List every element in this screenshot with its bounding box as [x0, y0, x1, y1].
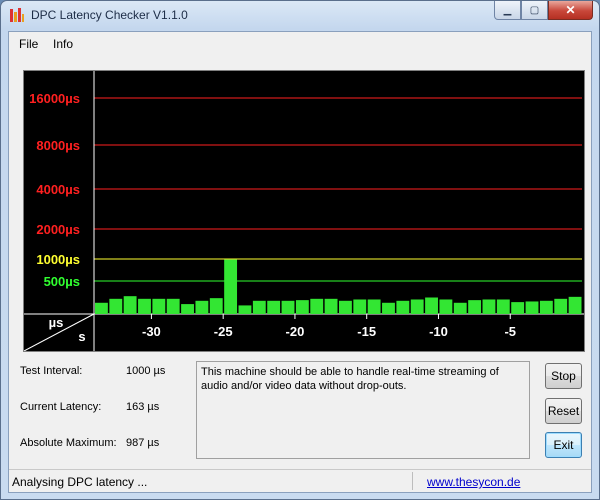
- latency-bar: [138, 298, 151, 314]
- minimize-icon: ▁: [503, 4, 512, 16]
- latency-bar: [152, 298, 166, 314]
- latency-bar: [554, 298, 568, 314]
- latency-bar: [410, 299, 424, 314]
- latency-bar: [367, 299, 381, 314]
- latency-bar: [324, 298, 338, 314]
- latency-bar: [425, 297, 438, 314]
- x-tick-label: -25: [214, 324, 233, 339]
- latency-bar: [281, 300, 295, 314]
- y-axis-label: 500µs: [44, 274, 80, 289]
- latency-bar: [353, 299, 367, 314]
- latency-chart-svg: 16000µs 8000µs 4000µs 2000µs 1000µs 500µs µss -…: [24, 71, 584, 351]
- status-message: This machine should be able to handle re…: [196, 361, 530, 459]
- latency-bar: [339, 300, 352, 314]
- current-latency-value: 163 µs: [126, 401, 160, 413]
- reset-button[interactable]: Reset: [545, 398, 582, 424]
- test-interval-label: Test Interval:: [20, 365, 83, 377]
- latency-bar: [123, 296, 137, 314]
- latency-bar: [166, 298, 180, 314]
- menu-file[interactable]: File: [19, 37, 38, 51]
- x-tick-label: -5: [504, 324, 516, 339]
- status-text: Analysing DPC latency ...: [12, 475, 148, 489]
- y-axis-label: 1000µs: [36, 252, 80, 267]
- maximize-button[interactable]: ▢: [521, 1, 548, 20]
- latency-bar: [224, 259, 238, 314]
- latency-bar: [295, 300, 309, 314]
- absolute-maximum-value: 987 µs: [126, 437, 160, 449]
- title-bar[interactable]: DPC Latency Checker V1.1.0 ▁ ▢ ✕: [1, 1, 599, 31]
- maximize-icon: ▢: [529, 4, 540, 16]
- latency-bar: [453, 302, 467, 314]
- latency-bar: [525, 301, 539, 314]
- stop-button[interactable]: Stop: [545, 363, 582, 389]
- close-button[interactable]: ✕: [548, 1, 593, 20]
- latency-bar: [252, 300, 266, 314]
- caption-buttons: ▁ ▢ ✕: [494, 1, 593, 21]
- latency-bar: [568, 296, 582, 314]
- y-axis-label: 2000µs: [36, 222, 80, 237]
- x-tick-label: -10: [429, 324, 448, 339]
- exit-button[interactable]: Exit: [545, 432, 582, 458]
- latency-chart: 16000µs 8000µs 4000µs 2000µs 1000µs 500µs µs s -…: [23, 70, 585, 352]
- status-bar: Analysing DPC latency ... www.thesycon.d…: [9, 469, 591, 492]
- menu-info[interactable]: Info: [53, 37, 73, 51]
- app-window: DPC Latency Checker V1.1.0 ▁ ▢ ✕ File In…: [0, 0, 600, 500]
- x-tick-label: -20: [286, 324, 305, 339]
- latency-bar: [181, 304, 194, 314]
- latency-bar: [238, 305, 252, 314]
- client-area: File Info 16000µs 8000µs 4000µs 2000µs 1000µ…: [8, 31, 592, 493]
- latency-bar: [310, 298, 324, 314]
- app-icon: [10, 8, 24, 22]
- test-interval-value: 1000 µs: [126, 365, 166, 377]
- status-divider: [412, 472, 413, 490]
- latency-bar: [439, 299, 453, 314]
- y-axis-label: 16000µs: [29, 91, 80, 106]
- latency-bar: [195, 300, 209, 314]
- latency-bar: [209, 298, 223, 314]
- x-unit-label: s: [78, 329, 85, 344]
- latency-bar: [539, 300, 553, 314]
- latency-bar: [382, 302, 395, 314]
- website-link[interactable]: www.thesycon.de: [427, 475, 520, 489]
- x-tick-label: -15: [357, 324, 376, 339]
- y-unit-label: µs: [49, 315, 64, 330]
- current-latency-label: Current Latency:: [20, 401, 102, 413]
- y-axis-label: 4000µs: [36, 182, 80, 197]
- latency-bar: [396, 300, 410, 314]
- latency-bar: [511, 302, 525, 314]
- latency-bar: [468, 300, 482, 314]
- latency-bar: [95, 302, 108, 314]
- close-icon: ✕: [565, 3, 576, 17]
- latency-bar: [496, 299, 510, 314]
- window-title: DPC Latency Checker V1.1.0: [31, 8, 188, 22]
- menu-bar: File Info: [9, 32, 591, 54]
- latency-bar: [109, 298, 123, 314]
- latency-bar: [267, 300, 281, 314]
- latency-bar: [482, 299, 496, 314]
- absolute-maximum-label: Absolute Maximum:: [20, 437, 117, 449]
- y-axis-label: 8000µs: [36, 138, 80, 153]
- x-tick-label: -30: [142, 324, 161, 339]
- minimize-button[interactable]: ▁: [494, 1, 521, 20]
